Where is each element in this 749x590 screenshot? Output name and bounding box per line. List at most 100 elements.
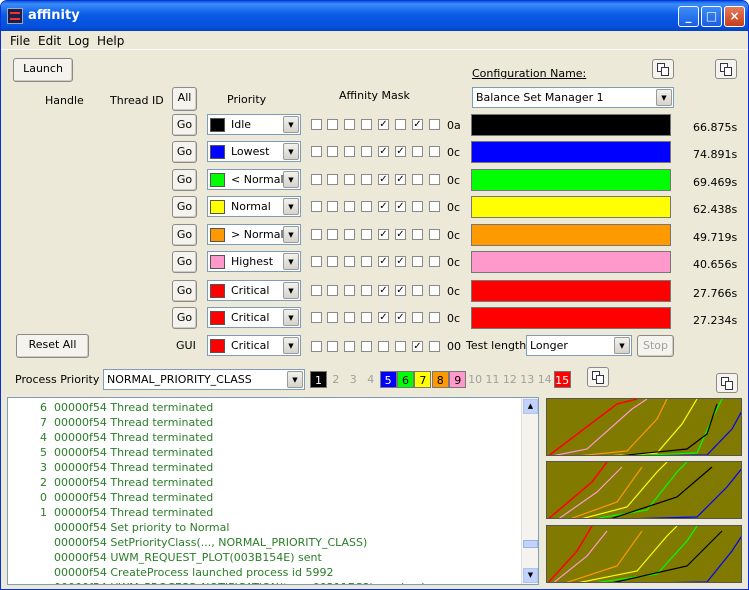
affinity-checkbox[interactable] — [327, 312, 338, 323]
priority-level-2[interactable]: 2 — [327, 371, 344, 388]
affinity-checkbox[interactable] — [311, 285, 322, 296]
affinity-checkbox[interactable] — [361, 341, 372, 352]
go-button[interactable]: Go — [172, 141, 197, 163]
affinity-checkbox[interactable] — [361, 285, 372, 296]
priority-select[interactable]: Idle ▼ — [207, 114, 301, 135]
copy-icon[interactable] — [715, 59, 737, 79]
launch-button[interactable]: Launch — [13, 58, 73, 82]
affinity-checkbox[interactable]: ✓ — [378, 312, 389, 323]
affinity-checkbox[interactable] — [361, 256, 372, 267]
priority-level-8[interactable]: 8 — [431, 371, 449, 388]
log-line[interactable]: 00000f54 SetPriorityClass(..., NORMAL_PR… — [54, 536, 367, 549]
affinity-checkbox[interactable]: ✓ — [378, 174, 389, 185]
affinity-checkbox[interactable]: ✓ — [395, 285, 406, 296]
affinity-checkbox[interactable] — [344, 312, 355, 323]
affinity-checkbox[interactable] — [344, 229, 355, 240]
priority-select[interactable]: Critical ▼ — [207, 307, 301, 328]
affinity-checkbox[interactable] — [311, 201, 322, 212]
affinity-checkbox[interactable] — [327, 285, 338, 296]
affinity-checkbox[interactable] — [311, 229, 322, 240]
log-scrollbar[interactable]: ▲ ▼ — [521, 398, 538, 584]
log-listbox[interactable]: 6 00000f54 Thread terminated 7 00000f54 Thr… — [7, 397, 539, 585]
priority-level-9[interactable]: 9 — [449, 371, 467, 388]
priority-select[interactable]: < Normal ▼ — [207, 169, 301, 190]
affinity-checkbox[interactable] — [327, 174, 338, 185]
chevron-down-icon[interactable]: ▼ — [283, 253, 299, 270]
affinity-checkbox[interactable] — [395, 341, 406, 352]
chevron-down-icon[interactable]: ▼ — [283, 226, 299, 243]
priority-level-3[interactable]: 3 — [345, 371, 362, 388]
affinity-checkbox[interactable] — [327, 341, 338, 352]
log-line[interactable]: 00000f54 Set priority to Normal — [54, 521, 229, 534]
affinity-checkbox[interactable] — [311, 256, 322, 267]
affinity-checkbox[interactable]: ✓ — [395, 174, 406, 185]
affinity-checkbox[interactable] — [429, 285, 440, 296]
affinity-checkbox[interactable] — [327, 201, 338, 212]
affinity-checkbox[interactable] — [344, 146, 355, 157]
affinity-checkbox[interactable]: ✓ — [395, 201, 406, 212]
affinity-checkbox[interactable]: ✓ — [378, 285, 389, 296]
copy-plot-icon[interactable] — [716, 373, 738, 393]
affinity-checkbox[interactable]: ✓ — [378, 229, 389, 240]
affinity-checkbox[interactable] — [412, 229, 423, 240]
log-line[interactable]: 00000f54 Thread terminated — [54, 476, 213, 489]
title-bar[interactable]: affinity _ □ × — [1, 1, 748, 31]
affinity-checkbox[interactable] — [412, 312, 423, 323]
chevron-down-icon[interactable]: ▼ — [283, 171, 299, 188]
priority-level-15[interactable]: 15 — [553, 371, 571, 388]
chevron-down-icon[interactable]: ▼ — [283, 309, 299, 326]
affinity-checkbox[interactable]: ✓ — [378, 256, 389, 267]
priority-select[interactable]: > Normal ▼ — [207, 224, 301, 245]
affinity-checkbox[interactable] — [412, 256, 423, 267]
chevron-down-icon[interactable]: ▼ — [283, 198, 299, 215]
affinity-checkbox[interactable] — [378, 341, 389, 352]
priority-level-1[interactable]: 1 — [310, 371, 327, 388]
affinity-checkbox[interactable] — [327, 146, 338, 157]
affinity-checkbox[interactable]: ✓ — [412, 341, 423, 352]
affinity-checkbox[interactable] — [412, 146, 423, 157]
affinity-checkbox[interactable] — [311, 174, 322, 185]
affinity-checkbox[interactable] — [412, 174, 423, 185]
log-line[interactable]: 00000f54 UWM_REQUEST_PLOT(003B154E) sent — [54, 551, 322, 564]
priority-level-10[interactable]: 10 — [467, 371, 484, 388]
affinity-checkbox[interactable]: ✓ — [395, 256, 406, 267]
chevron-down-icon[interactable]: ▼ — [656, 89, 672, 106]
affinity-checkbox[interactable] — [344, 201, 355, 212]
go-button[interactable]: Go — [172, 280, 197, 302]
affinity-checkbox[interactable]: ✓ — [395, 312, 406, 323]
scroll-up-arrow-icon[interactable]: ▲ — [523, 399, 538, 414]
log-line[interactable]: 00000f54 Thread terminated — [54, 401, 213, 414]
affinity-checkbox[interactable] — [361, 174, 372, 185]
log-line[interactable]: 00000f54 Thread terminated — [54, 506, 213, 519]
go-button[interactable]: Go — [172, 114, 197, 136]
affinity-checkbox[interactable]: ✓ — [378, 119, 389, 130]
affinity-checkbox[interactable] — [429, 229, 440, 240]
affinity-checkbox[interactable] — [361, 312, 372, 323]
log-line[interactable]: 00000f54 CreateProcess launched process … — [54, 566, 333, 579]
affinity-checkbox[interactable] — [361, 146, 372, 157]
affinity-checkbox[interactable] — [311, 119, 322, 130]
log-line[interactable]: 00000f54 Thread terminated — [54, 431, 213, 444]
chevron-down-icon[interactable]: ▼ — [283, 116, 299, 133]
affinity-checkbox[interactable] — [412, 201, 423, 212]
copy-config-icon[interactable] — [652, 59, 674, 79]
affinity-checkbox[interactable] — [327, 256, 338, 267]
priority-level-5[interactable]: 5 — [379, 371, 397, 388]
priority-level-7[interactable]: 7 — [414, 371, 432, 388]
log-line[interactable]: 00000f54 Thread terminated — [54, 491, 213, 504]
test-length-select[interactable]: Longer ▼ — [526, 335, 632, 356]
affinity-checkbox[interactable] — [429, 174, 440, 185]
menu-file[interactable]: File — [10, 34, 30, 48]
affinity-checkbox[interactable] — [311, 146, 322, 157]
affinity-checkbox[interactable] — [344, 341, 355, 352]
affinity-checkbox[interactable] — [429, 341, 440, 352]
affinity-checkbox[interactable] — [361, 229, 372, 240]
go-button[interactable]: Go — [172, 307, 197, 329]
stop-button[interactable]: Stop — [637, 335, 674, 357]
affinity-checkbox[interactable] — [311, 312, 322, 323]
affinity-checkbox[interactable] — [429, 146, 440, 157]
maximize-button[interactable]: □ — [701, 6, 722, 27]
affinity-checkbox[interactable] — [429, 312, 440, 323]
minimize-button[interactable]: _ — [678, 6, 699, 27]
menu-edit[interactable]: Edit — [38, 34, 61, 48]
